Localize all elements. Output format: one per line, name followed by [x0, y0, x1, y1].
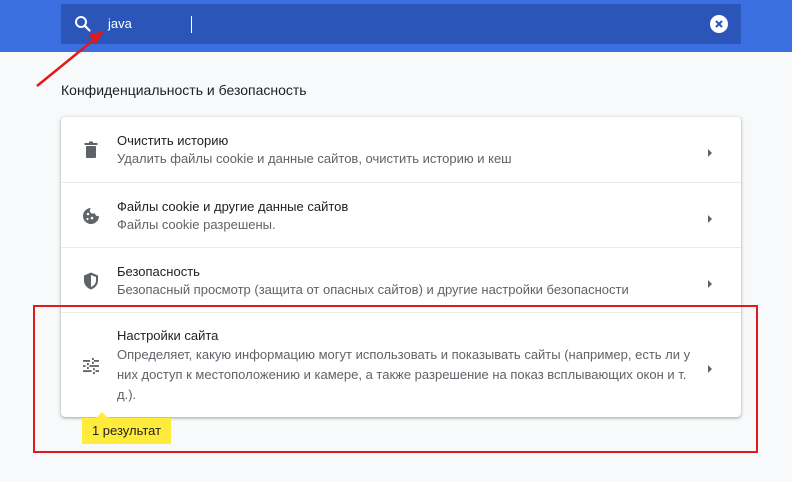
search-box[interactable]: java [61, 4, 741, 44]
close-icon [715, 20, 723, 28]
row-title: Файлы cookie и другие данные сайтов [117, 199, 349, 214]
section-title: Конфиденциальность и безопасность [61, 82, 307, 98]
chevron-right-icon [706, 145, 714, 157]
trash-icon [81, 140, 101, 160]
security-row[interactable]: Безопасность Безопасный просмотр (защита… [61, 247, 741, 313]
shield-icon [81, 271, 101, 291]
row-title: Очистить историю [117, 133, 229, 148]
clear-search-button[interactable] [710, 15, 728, 33]
clear-history-row[interactable]: Очистить историю Удалить файлы cookie и … [61, 117, 741, 182]
search-input[interactable]: java [108, 15, 132, 33]
row-subtitle: Определяет, какую информацию могут испол… [117, 347, 691, 402]
chevron-right-icon [706, 211, 714, 223]
result-count-badge: 1 результат [82, 412, 171, 444]
site-settings-row[interactable]: Настройки сайта Определяет, какую информ… [61, 312, 741, 418]
chevron-right-icon [706, 276, 714, 288]
chevron-right-icon [706, 361, 714, 373]
settings-card: Очистить историю Удалить файлы cookie и … [61, 117, 741, 417]
tune-icon [81, 356, 101, 376]
row-subtitle: Удалить файлы cookie и данные сайтов, оч… [117, 151, 512, 166]
cookie-icon [81, 206, 101, 226]
text-cursor [191, 16, 192, 33]
row-title: Настройки сайта [117, 328, 219, 343]
row-title: Безопасность [117, 264, 200, 279]
row-subtitle: Безопасный просмотр (защита от опасных с… [117, 282, 629, 297]
header-bar: java [0, 0, 792, 52]
row-subtitle: Файлы cookie разрешены. [117, 217, 276, 232]
cookies-row[interactable]: Файлы cookie и другие данные сайтов Файл… [61, 182, 741, 248]
search-icon [73, 14, 93, 34]
